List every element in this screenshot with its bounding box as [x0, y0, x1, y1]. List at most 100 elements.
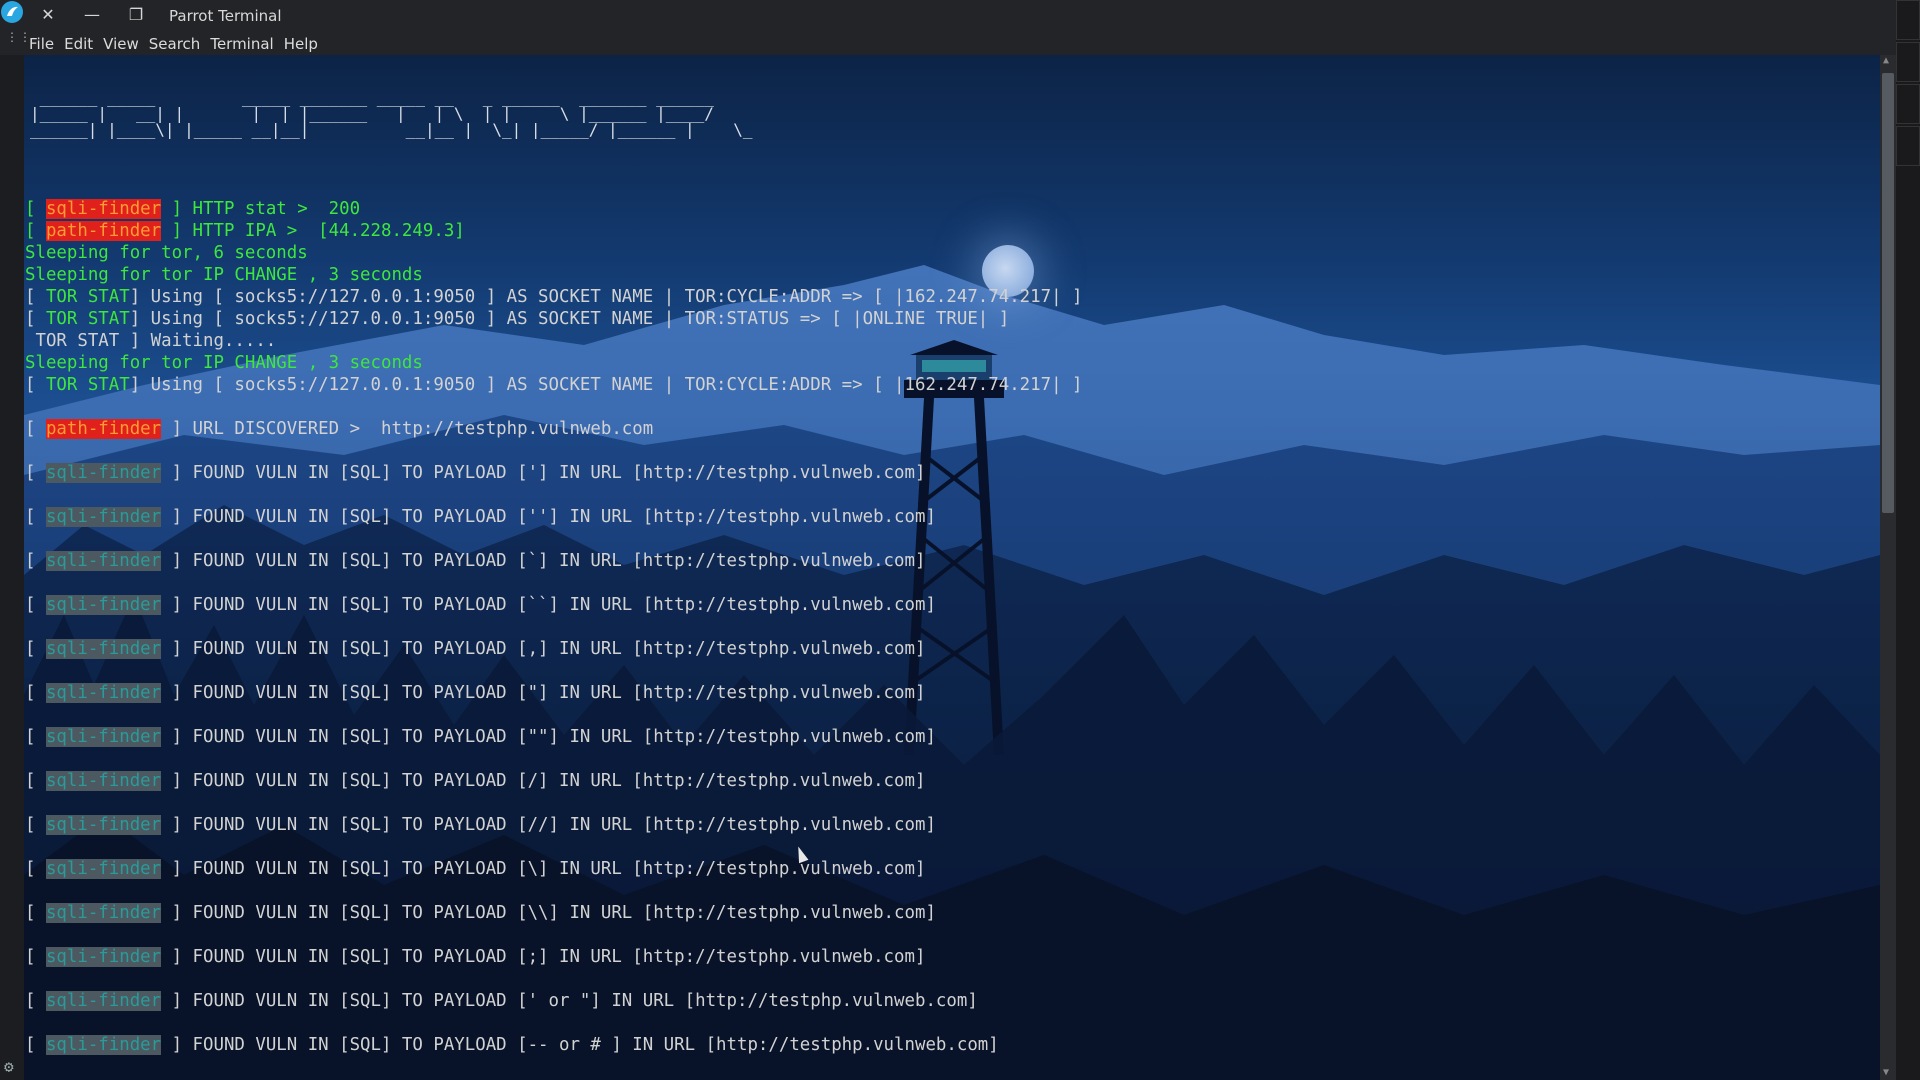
menu-view[interactable]: View: [103, 35, 139, 53]
right-panel-strip: [1896, 0, 1920, 1080]
grip-icon: ⋮⋮: [6, 30, 32, 44]
tag-sqli-finder: sqli-finder: [45, 551, 162, 571]
bracket: [: [25, 771, 46, 791]
bracket: [: [25, 221, 46, 241]
tag-sqli-finder: sqli-finder: [45, 463, 162, 483]
terminal-line: Sleeping for tor IP CHANGE , 3 seconds: [25, 352, 423, 374]
scrollbar[interactable]: ▲ ▼: [1880, 55, 1896, 1080]
terminal-line: [ sqli-finder ] HTTP stat > 200: [25, 198, 360, 220]
panel-slot: [1896, 84, 1920, 124]
panel-slot: [1896, 42, 1920, 82]
terminal-line: [ TOR STAT] Using [ socks5://127.0.0.1:9…: [25, 308, 1009, 330]
menu-file[interactable]: File: [29, 35, 54, 53]
bracket: [: [25, 595, 46, 615]
minimize-button[interactable]: —: [79, 4, 105, 26]
tag-sqli-finder: sqli-finder: [45, 771, 162, 791]
tag-sqli-finder: sqli-finder: [45, 683, 162, 703]
terminal-line: [ sqli-finder ] FOUND VULN IN [SQL] TO P…: [25, 902, 936, 924]
line-text: TOR STAT ] Waiting.....: [25, 331, 277, 351]
terminal-line: [ sqli-finder ] FOUND VULN IN [SQL] TO P…: [25, 462, 925, 484]
tag-sqli-finder: sqli-finder: [45, 727, 162, 747]
menu-edit[interactable]: Edit: [64, 35, 93, 53]
line-text: Sleeping for tor, 6 seconds: [25, 243, 308, 263]
bracket: [: [25, 309, 46, 329]
tag-sqli-finder: sqli-finder: [45, 903, 162, 923]
line-text: Sleeping for tor IP CHANGE , 3 seconds: [25, 353, 423, 373]
tag-path-finder: path-finder: [45, 221, 162, 241]
line-text: ] FOUND VULN IN [SQL] TO PAYLOAD [/] IN …: [161, 771, 926, 791]
terminal-line: [ sqli-finder ] FOUND VULN IN [SQL] TO P…: [25, 506, 936, 528]
terminal-output: ______ _____ _____ _______ _____ __ _ __…: [24, 55, 1880, 1080]
line-text: ] Using [ socks5://127.0.0.1:9050 ] AS S…: [129, 287, 1083, 307]
tag-tor-stat: TOR STAT: [45, 287, 130, 307]
title-bar: ✕ — ❐ Parrot Terminal: [0, 0, 1920, 31]
line-text: ] FOUND VULN IN [SQL] TO PAYLOAD [`] IN …: [161, 551, 926, 571]
line-text: ] FOUND VULN IN [SQL] TO PAYLOAD [``] IN…: [161, 595, 936, 615]
menu-help[interactable]: Help: [284, 35, 318, 53]
scroll-down-icon[interactable]: ▼: [1883, 1067, 1889, 1078]
menu-search[interactable]: Search: [149, 35, 201, 53]
line-text: ] FOUND VULN IN [SQL] TO PAYLOAD [\\] IN…: [161, 903, 936, 923]
line-text: ] Using [ socks5://127.0.0.1:9050 ] AS S…: [129, 309, 1010, 329]
line-text: ] FOUND VULN IN [SQL] TO PAYLOAD ['] IN …: [161, 463, 926, 483]
terminal-line: [ TOR STAT] Using [ socks5://127.0.0.1:9…: [25, 374, 1083, 396]
terminal-line: [ sqli-finder ] FOUND VULN IN [SQL] TO P…: [25, 726, 936, 748]
bracket: [: [25, 507, 46, 527]
tag-path-finder: path-finder: [45, 419, 162, 439]
tag-sqli-finder: sqli-finder: [45, 991, 162, 1011]
bracket: [: [25, 859, 46, 879]
line-text: ] HTTP IPA > [44.228.249.3]: [161, 221, 465, 241]
gear-icon[interactable]: ⚙: [4, 1057, 14, 1076]
terminal-view[interactable]: ______ _____ _____ _______ _____ __ _ __…: [24, 55, 1880, 1080]
left-panel-strip: ⚙: [0, 55, 24, 1080]
terminal-line: [ sqli-finder ] FOUND VULN IN [SQL] TO P…: [25, 682, 925, 704]
terminal-line: [ path-finder ] URL DISCOVERED > http://…: [25, 418, 653, 440]
tag-sqli-finder: sqli-finder: [45, 859, 162, 879]
ascii-banner: ______ _____ _____ _______ _____ __ _ __…: [30, 88, 753, 139]
line-text: ] FOUND VULN IN [SQL] TO PAYLOAD [' or "…: [161, 991, 978, 1011]
terminal-line: Sleeping for tor IP CHANGE , 3 seconds: [25, 264, 423, 286]
terminal-line: [ sqli-finder ] FOUND VULN IN [SQL] TO P…: [25, 1034, 999, 1056]
line-text: ] HTTP stat > 200: [161, 199, 361, 219]
terminal-line: [ sqli-finder ] FOUND VULN IN [SQL] TO P…: [25, 814, 936, 836]
terminal-line: [ sqli-finder ] FOUND VULN IN [SQL] TO P…: [25, 946, 925, 968]
bracket: [: [25, 815, 46, 835]
menu-terminal[interactable]: Terminal: [210, 35, 273, 53]
tag-sqli-finder: sqli-finder: [45, 199, 162, 219]
bracket: [: [25, 683, 46, 703]
bracket: [: [25, 947, 46, 967]
bracket: [: [25, 551, 46, 571]
bracket: [: [25, 199, 46, 219]
line-text: Sleeping for tor IP CHANGE , 3 seconds: [25, 265, 423, 285]
parrot-logo-icon[interactable]: [0, 0, 24, 24]
bracket: [: [25, 375, 46, 395]
line-text: ] FOUND VULN IN [SQL] TO PAYLOAD [\] IN …: [161, 859, 926, 879]
line-text: ] FOUND VULN IN [SQL] TO PAYLOAD [""] IN…: [161, 727, 936, 747]
line-text: ] FOUND VULN IN [SQL] TO PAYLOAD [;] IN …: [161, 947, 926, 967]
terminal-line: [ path-finder ] HTTP IPA > [44.228.249.3…: [25, 220, 465, 242]
terminal-line: [ sqli-finder ] FOUND VULN IN [SQL] TO P…: [25, 550, 925, 572]
terminal-line: Sleeping for tor, 6 seconds: [25, 242, 308, 264]
bracket: [: [25, 903, 46, 923]
bracket: [: [25, 991, 46, 1011]
line-text: ] FOUND VULN IN [SQL] TO PAYLOAD [-- or …: [161, 1035, 999, 1055]
line-text: ] FOUND VULN IN [SQL] TO PAYLOAD [''] IN…: [161, 507, 936, 527]
tag-sqli-finder: sqli-finder: [45, 815, 162, 835]
bracket: [: [25, 287, 46, 307]
terminal-line: [ sqli-finder ] FOUND VULN IN [SQL] TO P…: [25, 770, 925, 792]
scroll-up-icon[interactable]: ▲: [1883, 55, 1889, 66]
line-text: ] FOUND VULN IN [SQL] TO PAYLOAD [,] IN …: [161, 639, 926, 659]
menu-bar: ⋮⋮ File Edit View Search Terminal Help: [0, 31, 1920, 55]
line-text: ] URL DISCOVERED > http://testphp.vulnwe…: [161, 419, 654, 439]
panel-slot: [1896, 126, 1920, 166]
terminal-line: [ TOR STAT] Using [ socks5://127.0.0.1:9…: [25, 286, 1083, 308]
close-button[interactable]: ✕: [35, 4, 61, 26]
terminal-line: TOR STAT ] Waiting.....: [25, 330, 276, 352]
terminal-line: [ sqli-finder ] FOUND VULN IN [SQL] TO P…: [25, 594, 936, 616]
line-text: ] FOUND VULN IN [SQL] TO PAYLOAD [//] IN…: [161, 815, 936, 835]
restore-button[interactable]: ❐: [123, 4, 149, 26]
scrollbar-thumb[interactable]: [1882, 73, 1894, 513]
tag-sqli-finder: sqli-finder: [45, 639, 162, 659]
tag-tor-stat: TOR STAT: [45, 375, 130, 395]
tag-sqli-finder: sqli-finder: [45, 947, 162, 967]
